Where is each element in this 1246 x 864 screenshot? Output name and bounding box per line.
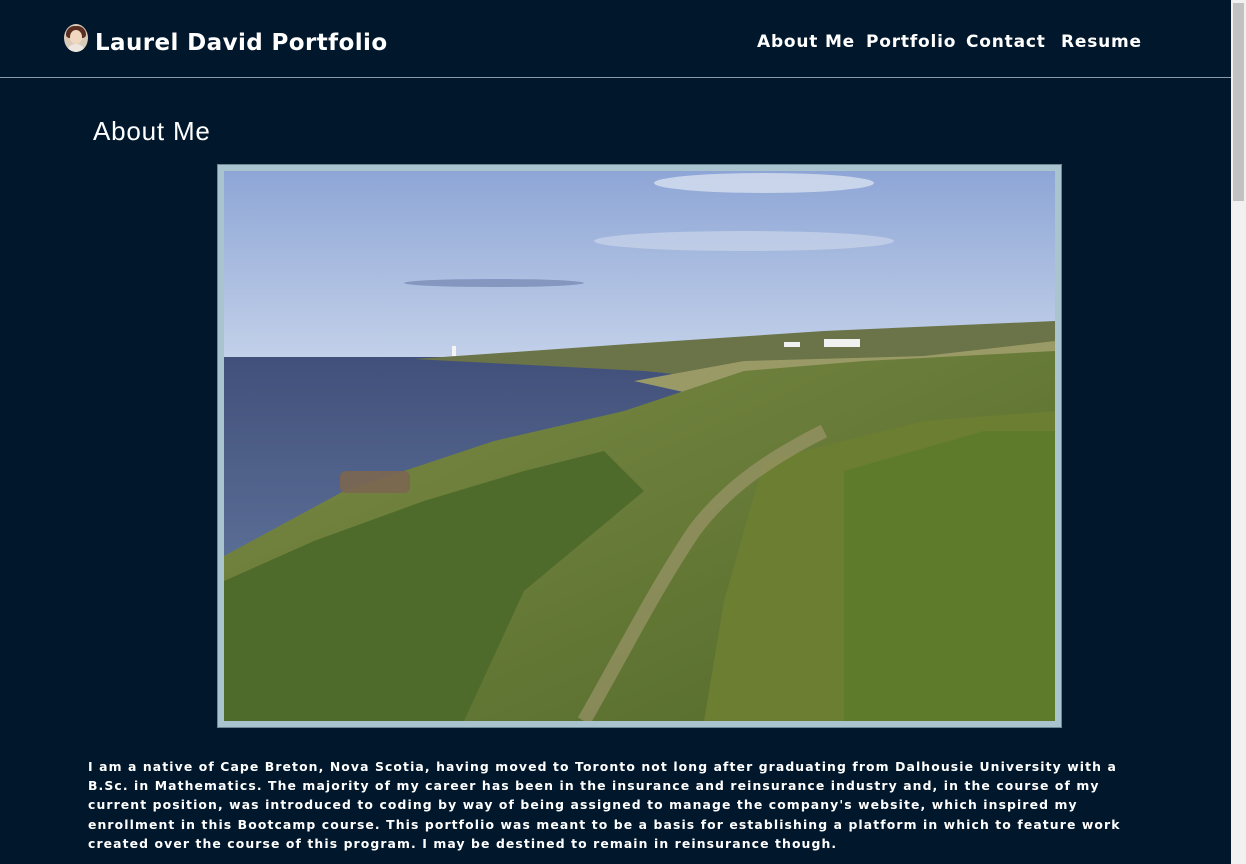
about-bio-text: I am a native of Cape Breton, Nova Scoti… (88, 759, 1121, 851)
site-brand[interactable]: Laurel David Portfolio (95, 30, 388, 56)
nav-about-me[interactable]: About Me (757, 32, 855, 52)
scrollbar-thumb[interactable] (1233, 3, 1244, 201)
nav-portfolio[interactable]: Portfolio (866, 32, 956, 52)
profile-avatar[interactable] (64, 24, 88, 52)
nav-contact[interactable]: Contact (966, 32, 1046, 52)
nav-resume[interactable]: Resume (1061, 32, 1142, 52)
page-scrollbar[interactable] (1231, 0, 1246, 864)
site-header: Laurel David Portfolio About Me Portfoli… (0, 0, 1231, 78)
coastline-photo (217, 164, 1062, 728)
page-title: About Me (93, 116, 211, 146)
